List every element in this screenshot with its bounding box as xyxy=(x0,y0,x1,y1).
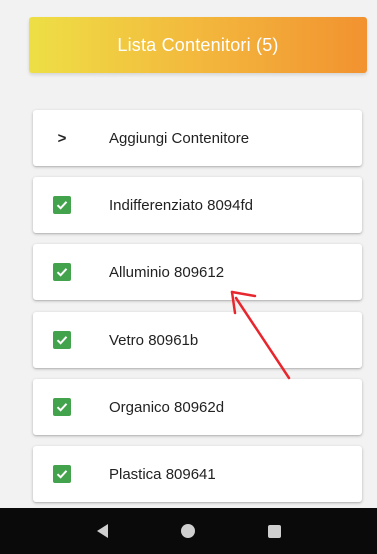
checkbox-checked-icon[interactable] xyxy=(53,263,71,281)
home-circle-icon[interactable] xyxy=(180,524,195,538)
checkbox-checked-icon[interactable] xyxy=(53,398,71,416)
container-item[interactable]: Alluminio 809612 xyxy=(33,244,362,300)
container-item[interactable]: Organico 80962d xyxy=(33,379,362,435)
list-header: Lista Contenitori (5) xyxy=(29,17,367,73)
checkbox-checked-icon[interactable] xyxy=(53,331,71,349)
back-triangle-icon[interactable] xyxy=(96,524,108,538)
checkbox-checked-icon[interactable] xyxy=(53,465,71,483)
header-title: Lista Contenitori (5) xyxy=(117,34,279,55)
system-nav-bar xyxy=(0,508,377,554)
container-label: Organico 80962d xyxy=(109,398,225,416)
recents-square-icon[interactable] xyxy=(267,524,281,538)
add-container-item[interactable]: > Aggiungi Contenitore xyxy=(33,110,362,166)
add-container-label: Aggiungi Contenitore xyxy=(109,129,250,147)
container-label: Indifferenziato 8094fd xyxy=(109,196,254,214)
chevron-right-icon: > xyxy=(57,129,67,147)
container-item[interactable]: Vetro 80961b xyxy=(33,312,362,368)
container-label: Plastica 809641 xyxy=(109,465,216,483)
checkbox-checked-icon[interactable] xyxy=(53,196,71,214)
container-item[interactable]: Plastica 809641 xyxy=(33,446,362,502)
container-item[interactable]: Indifferenziato 8094fd xyxy=(33,177,362,233)
app-screen: Lista Contenitori (5) > Aggiungi Conteni… xyxy=(0,0,377,554)
container-label: Alluminio 809612 xyxy=(109,263,225,281)
container-label: Vetro 80961b xyxy=(109,331,199,349)
